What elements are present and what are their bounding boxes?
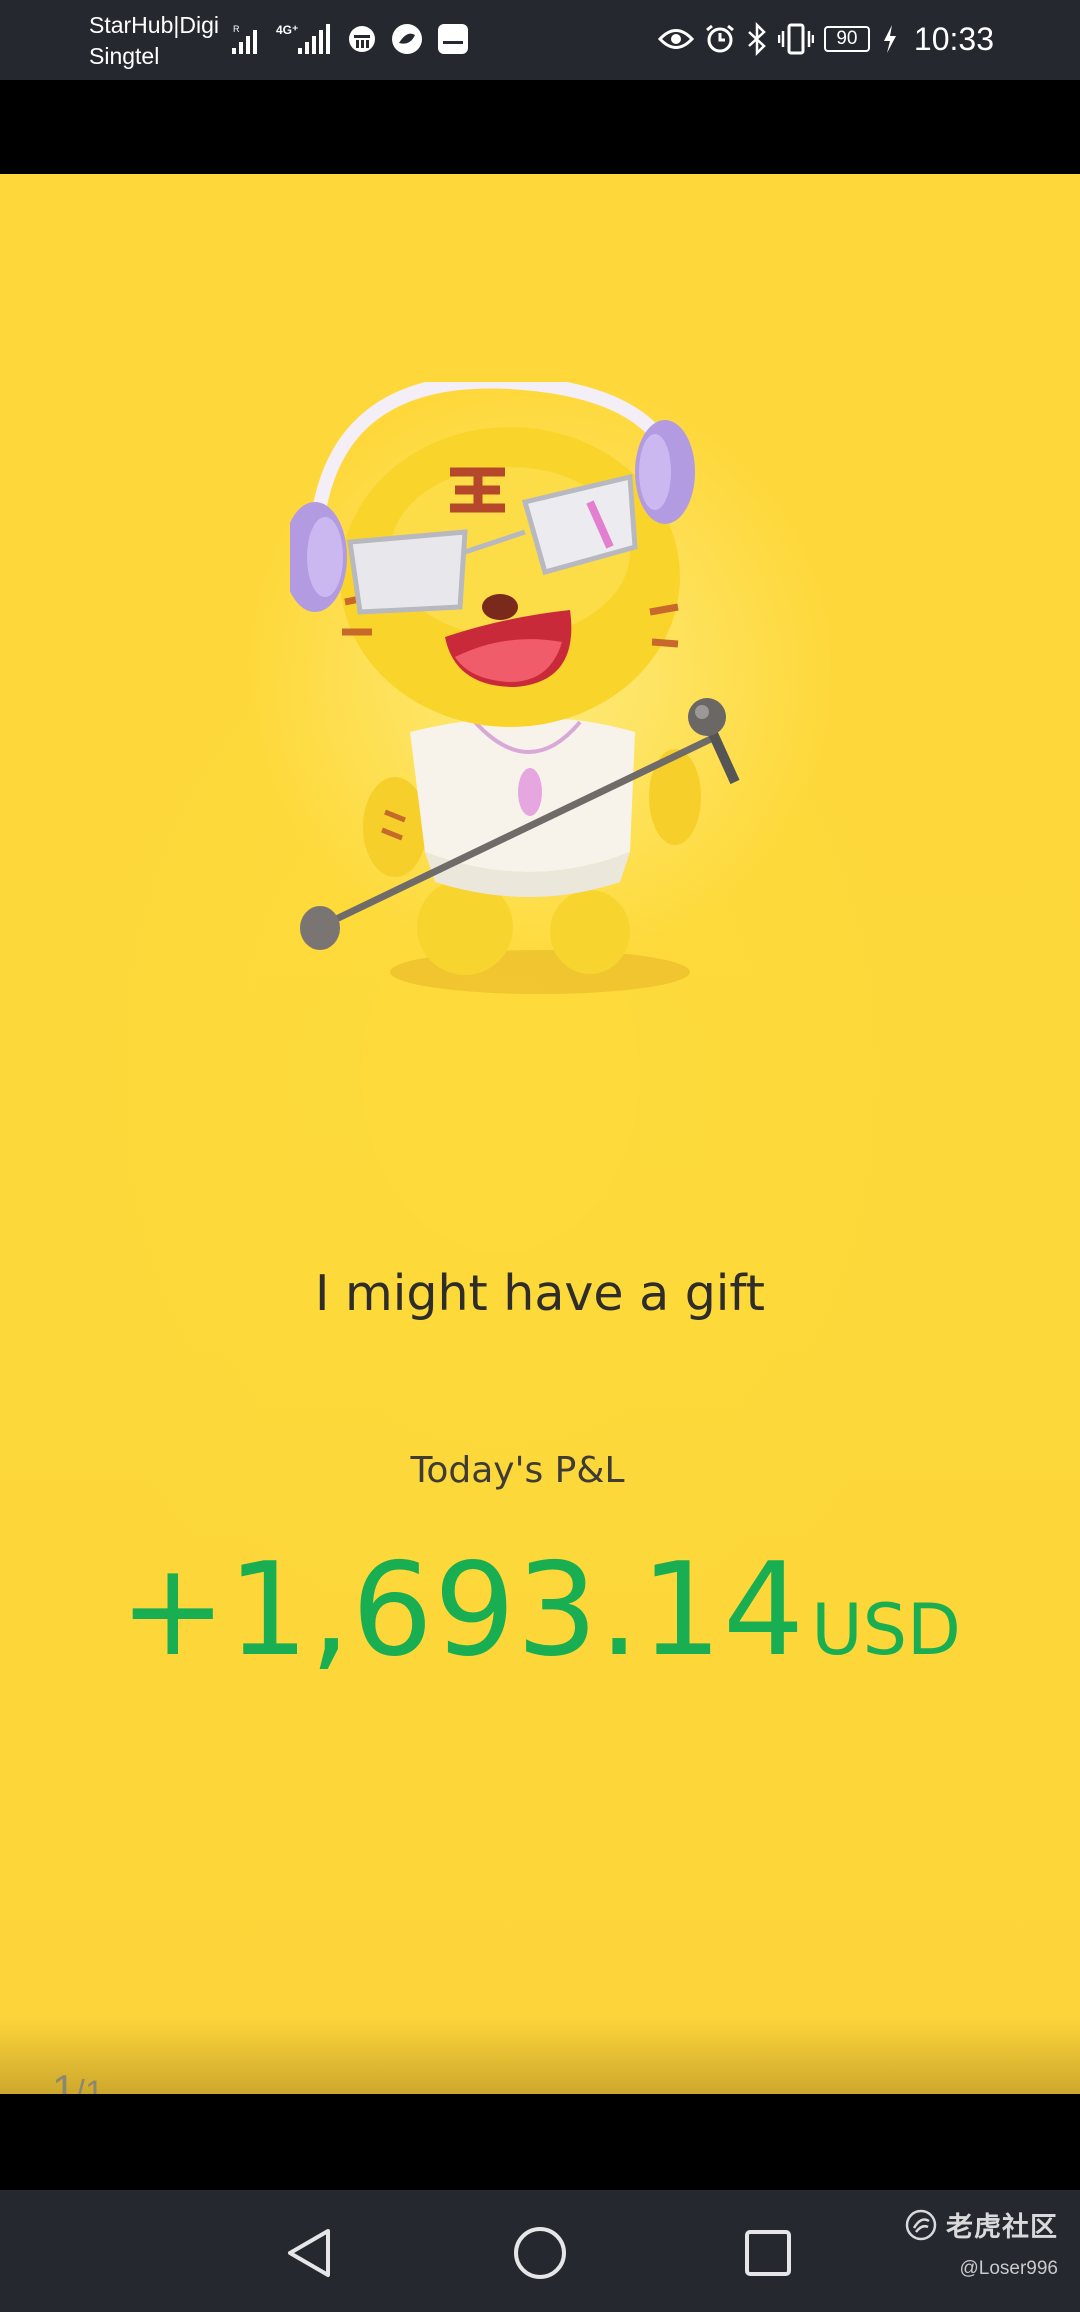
pl-card: I might have a gift Today's P&L +1,693.1… bbox=[0, 174, 1080, 2094]
page-indicator: 1/1 bbox=[52, 2066, 104, 2094]
tiger-community-logo-icon bbox=[905, 2209, 937, 2240]
clock: 10:33 bbox=[913, 20, 994, 57]
pl-currency: USD bbox=[811, 1589, 961, 1671]
network-type: 4G⁺ bbox=[276, 23, 298, 37]
carrier-line1: StarHub|Digi bbox=[89, 12, 219, 38]
tiger-mascot-image bbox=[290, 382, 740, 994]
carrier-line2: Singtel bbox=[89, 43, 160, 69]
pl-label: Today's P&L bbox=[410, 1450, 625, 1491]
page-total: 1 bbox=[84, 2074, 104, 2094]
bluetooth-icon bbox=[746, 22, 768, 56]
recents-button[interactable] bbox=[737, 2222, 799, 2284]
carrier-info: StarHub|Digi Singtel bbox=[89, 10, 219, 72]
notification-app-icon bbox=[346, 23, 378, 55]
pl-value: +1,693.14USD bbox=[0, 1536, 1080, 1685]
back-button[interactable] bbox=[278, 2222, 340, 2284]
signal-4g-icon: 4G⁺ bbox=[276, 22, 334, 56]
navigation-bar: 老虎社区 @Loser996 bbox=[0, 2190, 1080, 2312]
home-icon bbox=[514, 2227, 566, 2279]
letterbox-bottom bbox=[0, 2094, 1080, 2190]
page-current: 1 bbox=[52, 2066, 76, 2094]
watermark-name: 老虎社区 bbox=[946, 2212, 1058, 2243]
signal-strength-icon: R bbox=[230, 22, 264, 56]
eye-comfort-icon bbox=[657, 24, 694, 54]
back-icon bbox=[288, 2229, 330, 2277]
page-separator: / bbox=[75, 2074, 85, 2094]
home-button[interactable] bbox=[509, 2222, 571, 2284]
notification-app-icon bbox=[390, 22, 424, 56]
status-icons-left: R 4G⁺ bbox=[230, 16, 470, 62]
pl-amount: +1,693.14 bbox=[119, 1536, 806, 1685]
watermark-user: @Loser996 bbox=[959, 2258, 1058, 2279]
huawei-app-icon bbox=[436, 22, 470, 56]
vibrate-icon bbox=[777, 22, 814, 56]
alarm-icon bbox=[704, 23, 736, 55]
recents-icon bbox=[745, 2230, 791, 2276]
status-bar: StarHub|Digi Singtel R 4G⁺ 90 10:33 bbox=[0, 0, 1080, 80]
headline: I might have a gift bbox=[314, 1265, 766, 1322]
watermark: 老虎社区 @Loser996 bbox=[904, 2205, 1058, 2280]
battery-icon: 90 bbox=[823, 26, 870, 52]
charging-icon bbox=[880, 23, 900, 55]
letterbox-top bbox=[0, 80, 1080, 174]
roaming-mark: R bbox=[233, 24, 240, 34]
status-icons-right: 90 10:33 bbox=[657, 16, 994, 62]
